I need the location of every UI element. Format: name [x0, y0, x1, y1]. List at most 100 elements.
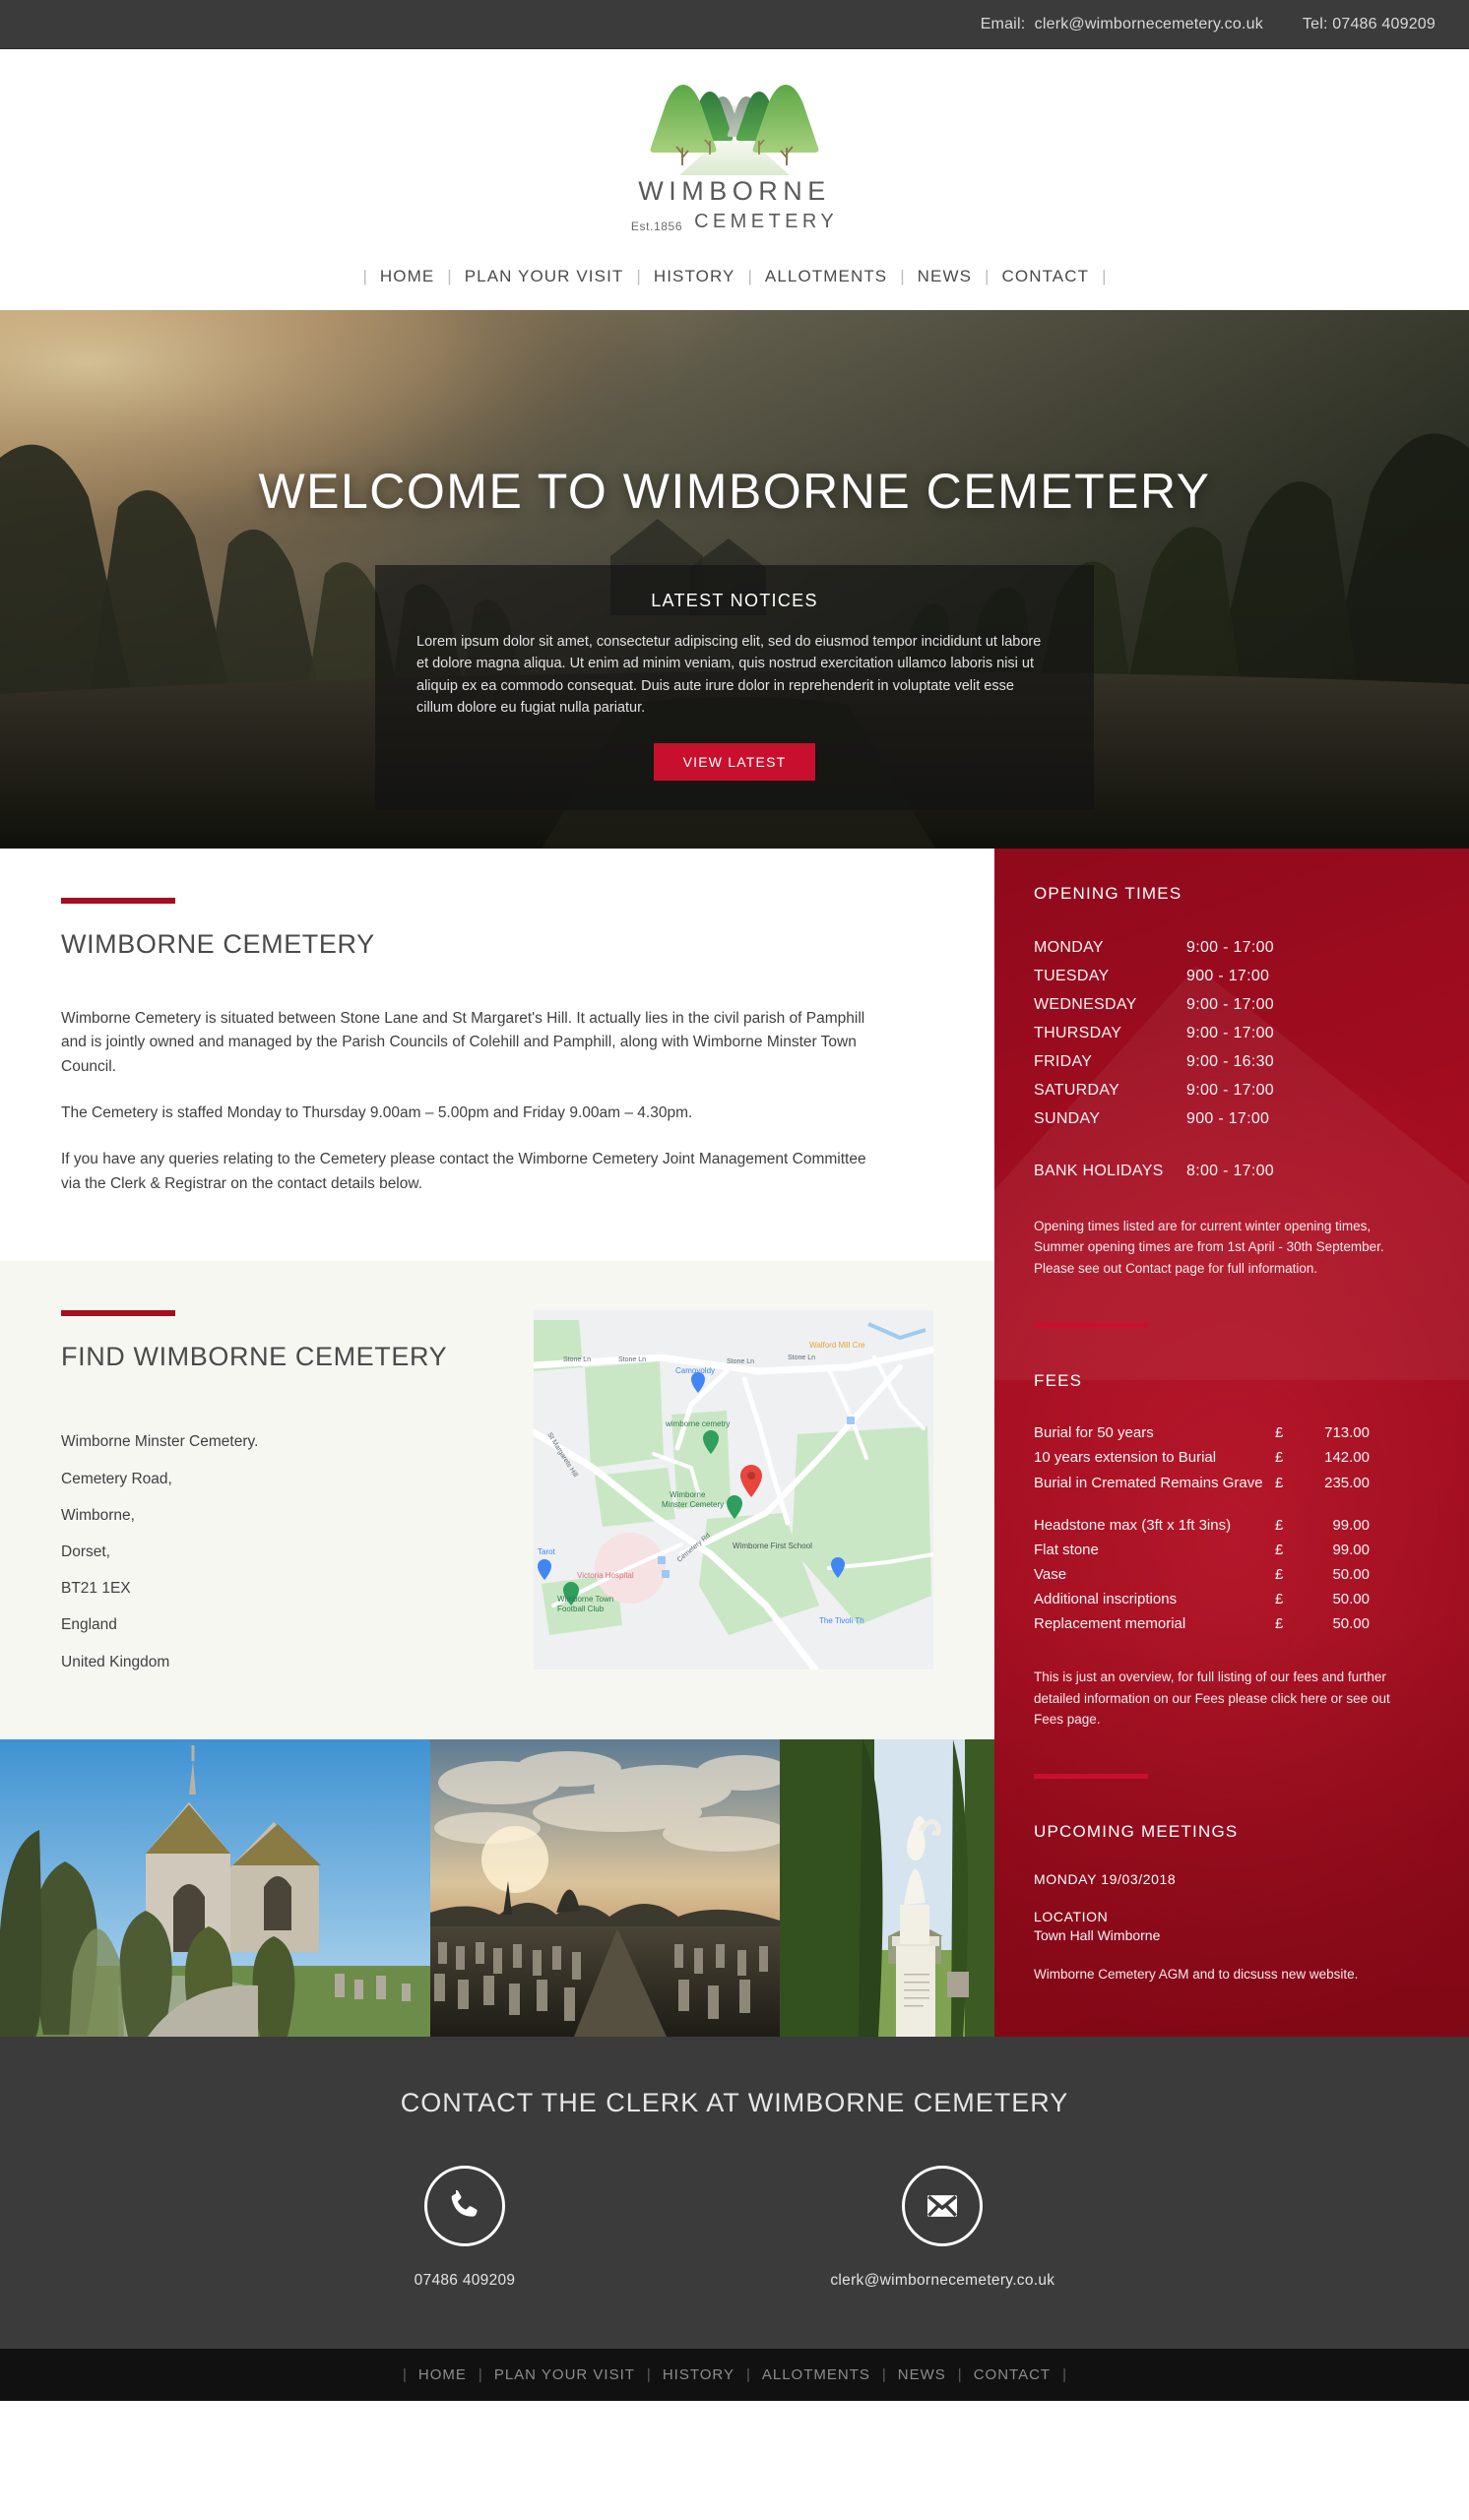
address-line: Dorset,	[61, 1544, 110, 1561]
top-phone[interactable]: Tel: 07486 409209	[1303, 16, 1436, 33]
footer-nav-item-news[interactable]: NEWS	[898, 2366, 946, 2383]
footer-email-address[interactable]: clerk@wimbornecemetery.co.uk	[830, 2272, 1054, 2290]
upcoming-meetings-title: UPCOMING MEETINGS	[1034, 1822, 1239, 1842]
fees-section: FEES Burial for 50 years £ 713.00 10 yea…	[1034, 1371, 1434, 1731]
memorial-statue-photo	[780, 1738, 994, 2037]
footer-phone-number[interactable]: 07486 409209	[415, 2272, 516, 2290]
intro-paragraph-3: If you have any queries relating to the …	[61, 1150, 866, 1192]
nav-separator: |	[747, 266, 752, 285]
svg-text:Tarot: Tarot	[538, 1547, 556, 1556]
envelope-icon[interactable]	[902, 2165, 984, 2246]
fee-group-gap	[1034, 1495, 1434, 1513]
opening-time: 9:00 - 16:30	[1186, 1053, 1274, 1071]
fee-name: Flat stone	[1034, 1541, 1099, 1558]
footer-nav-item-plan-your-visit[interactable]: PLAN YOUR VISIT	[494, 2366, 635, 2383]
intro-section: WIMBORNE CEMETERY Wimborne Cemetery is s…	[0, 848, 994, 1262]
opening-times-note: Opening times listed are for current win…	[1034, 1218, 1384, 1277]
footer-nav-item-allotments[interactable]: ALLOTMENTS	[762, 2366, 870, 2383]
gallery-image-2[interactable]	[430, 1738, 780, 2037]
footer-contact-title: CONTACT THE CLERK AT WIMBORNE CEMETERY	[400, 2087, 1069, 2117]
site-header: WIMBORNE Est.1856 CEMETERY	[0, 49, 1469, 233]
intro-paragraph-2: The Cemetery is staffed Monday to Thursd…	[61, 1104, 693, 1122]
upcoming-meetings-section: UPCOMING MEETINGS MONDAY 19/03/2018 LOCA…	[1034, 1822, 1434, 1985]
fee-value: 235.00	[1324, 1474, 1370, 1491]
nav-item-allotments[interactable]: ALLOTMENTS	[765, 267, 887, 286]
opening-row: WEDNESDAY 9:00 - 17:00	[1034, 990, 1434, 1019]
footer-nav-separator: |	[957, 2365, 962, 2383]
fee-currency: £	[1275, 1449, 1284, 1467]
address-line: Wimborne,	[61, 1506, 135, 1524]
fee-currency: £	[1275, 1566, 1284, 1584]
map-canvas: Stone Ln Stone Ln Stone Ln Stone Ln St M…	[534, 1310, 933, 1670]
opening-row: MONDAY 9:00 - 17:00	[1034, 933, 1434, 962]
fee-row: Burial in Cremated Remains Grave £ 235.0…	[1034, 1471, 1434, 1495]
footer-nav-item-history[interactable]: HISTORY	[663, 2366, 734, 2383]
nav-item-contact[interactable]: CONTACT	[1002, 267, 1090, 286]
chapel-photo	[0, 1738, 430, 2037]
intro-heading: WIMBORNE CEMETERY	[61, 928, 375, 959]
opening-time: 9:00 - 17:00	[1186, 938, 1274, 956]
logo-subtitle: CEMETERY	[694, 210, 839, 232]
footer-phone-block[interactable]: 07486 409209	[415, 2165, 516, 2290]
opening-day: SUNDAY	[1034, 1110, 1101, 1128]
fee-row: Replacement memorial £ 50.00	[1034, 1611, 1434, 1636]
nav-item-plan-your-visit[interactable]: PLAN YOUR VISIT	[465, 267, 624, 286]
svg-text:wimborne cemetry: wimborne cemetry	[665, 1419, 730, 1428]
opening-row: TUESDAY 900 - 17:00	[1034, 962, 1434, 990]
location-map[interactable]: Stone Ln Stone Ln Stone Ln Stone Ln St M…	[534, 1310, 933, 1670]
site-logo[interactable]: WIMBORNE Est.1856 CEMETERY	[607, 75, 862, 233]
opening-row: SUNDAY 900 - 17:00	[1034, 1104, 1434, 1133]
svg-text:Wimborne: Wimborne	[670, 1490, 706, 1499]
fee-name: Replacement memorial	[1034, 1615, 1186, 1633]
fee-currency: £	[1275, 1474, 1284, 1491]
address-line: England	[61, 1616, 117, 1634]
content-split: WIMBORNE CEMETERY Wimborne Cemetery is s…	[0, 848, 1469, 2037]
gallery-image-1[interactable]	[0, 1738, 430, 2037]
footer-nav-item-contact[interactable]: CONTACT	[974, 2366, 1051, 2383]
footer-email-block[interactable]: clerk@wimbornecemetery.co.uk	[830, 2165, 1054, 2290]
opening-row: THURSDAY 9:00 - 17:00	[1034, 1019, 1434, 1047]
opening-day: FRIDAY	[1034, 1053, 1093, 1071]
address-line: United Kingdom	[61, 1653, 170, 1670]
fees-note[interactable]: This is just an overview, for full listi…	[1034, 1667, 1398, 1732]
section-rule	[61, 897, 175, 904]
opening-day: TUESDAY	[1034, 967, 1110, 984]
hero-banner: WELCOME TO WIMBORNE CEMETERY LATEST NOTI…	[0, 309, 1469, 849]
svg-text:Walford Mill Cre: Walford Mill Cre	[809, 1341, 865, 1350]
fee-name: 10 years extension to Burial	[1034, 1449, 1217, 1467]
main-navigation: | HOME | PLAN YOUR VISIT | HISTORY | ALL…	[0, 232, 1469, 310]
opening-row: FRIDAY 9:00 - 16:30	[1034, 1047, 1434, 1076]
nav-item-history[interactable]: HISTORY	[654, 267, 735, 286]
opening-time: 9:00 - 17:00	[1186, 1025, 1274, 1042]
fee-row: Flat stone £ 99.00	[1034, 1538, 1434, 1562]
find-section: FIND WIMBORNE CEMETERY Wimborne Minster …	[0, 1261, 994, 1739]
fee-name: Headstone max (3ft x 1ft 3ins)	[1034, 1516, 1232, 1534]
svg-text:Stone Ln: Stone Ln	[563, 1356, 591, 1363]
svg-text:Victoria Hospital: Victoria Hospital	[577, 1571, 634, 1580]
svg-text:Stone Ln: Stone Ln	[618, 1356, 646, 1363]
find-heading: FIND WIMBORNE CEMETERY	[61, 1342, 448, 1372]
opening-time: 8:00 - 17:00	[1186, 1163, 1274, 1180]
opening-time: 9:00 - 17:00	[1186, 1082, 1274, 1100]
fee-value: 50.00	[1332, 1591, 1370, 1608]
hero-title: WELCOME TO WIMBORNE CEMETERY	[258, 463, 1211, 519]
fee-row: Vase £ 50.00	[1034, 1562, 1434, 1587]
photo-gallery	[0, 1738, 994, 2037]
svg-text:Minster Cemetery: Minster Cemetery	[662, 1500, 724, 1509]
footer-nav-separator: |	[403, 2365, 407, 2383]
top-email[interactable]: Email: clerk@wimbornecemetery.co.uk	[981, 16, 1263, 33]
footer-nav-item-home[interactable]: HOME	[418, 2366, 467, 2383]
logo-established: Est.1856	[630, 219, 683, 233]
nav-item-home[interactable]: HOME	[380, 267, 434, 286]
nav-item-news[interactable]: NEWS	[918, 267, 972, 286]
footer-nav-separator: |	[881, 2365, 886, 2383]
phone-icon[interactable]	[423, 2165, 505, 2246]
nav-separator: |	[362, 266, 367, 285]
footer-nav-separator: |	[1062, 2365, 1066, 2383]
fees-title: FEES	[1034, 1371, 1083, 1391]
view-latest-button[interactable]: VIEW LATEST	[653, 742, 816, 781]
svg-text:Wimborne First School: Wimborne First School	[733, 1542, 812, 1550]
gallery-image-3[interactable]	[780, 1738, 994, 2037]
fee-name: Burial in Cremated Remains Grave	[1034, 1474, 1263, 1491]
footer-nav-separator: |	[745, 2365, 750, 2383]
